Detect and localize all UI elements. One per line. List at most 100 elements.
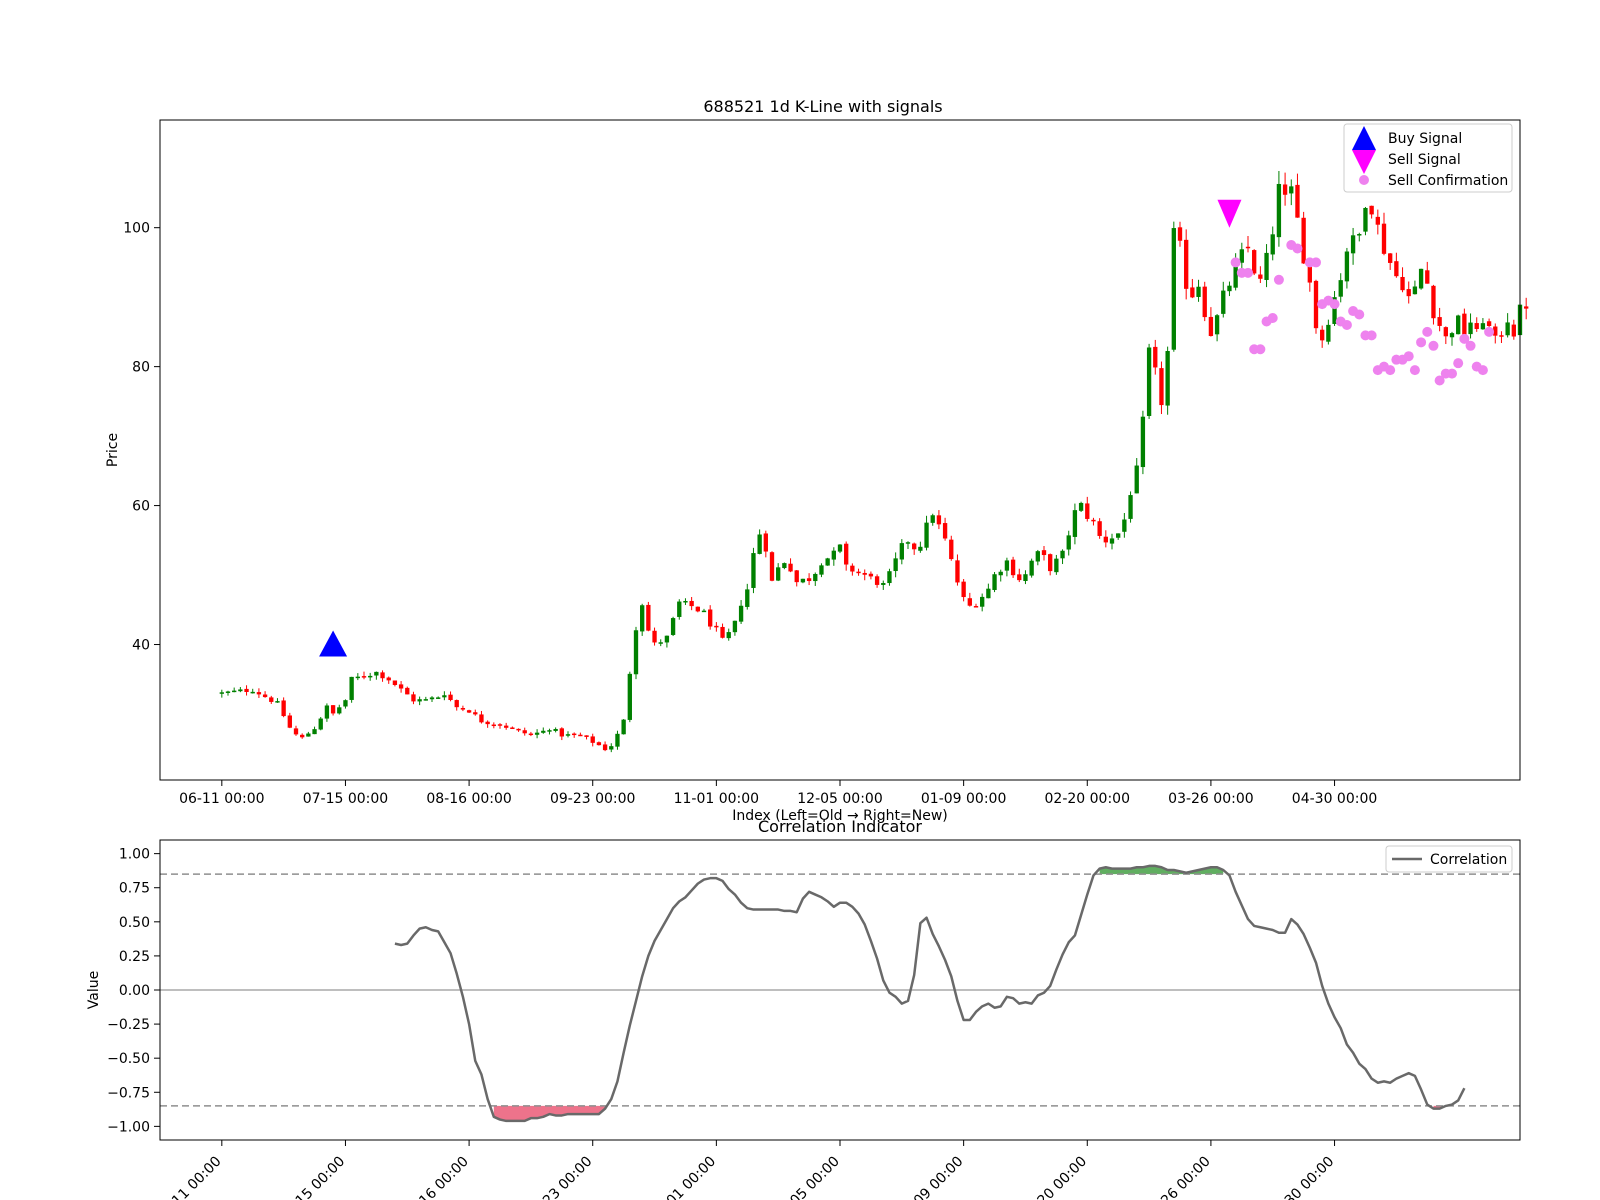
- candle-body: [1511, 324, 1516, 337]
- kline-y-tick-label: 60: [132, 499, 150, 515]
- candle-body: [769, 552, 775, 581]
- candle-body: [1486, 321, 1492, 326]
- candle-body: [392, 680, 398, 685]
- candle-body: [1425, 270, 1430, 284]
- candle: [1456, 314, 1461, 335]
- candle-body: [1097, 521, 1102, 536]
- candle-body: [1499, 335, 1504, 337]
- candle-body: [541, 730, 546, 733]
- candle-body: [1437, 317, 1442, 326]
- candle-body: [1295, 184, 1300, 218]
- candle-body: [312, 729, 317, 735]
- candle-body: [1400, 276, 1405, 291]
- candle-body: [912, 543, 917, 550]
- candle-body: [225, 691, 231, 693]
- candle: [1301, 211, 1306, 264]
- candle-body: [411, 694, 416, 702]
- candle-body: [479, 714, 484, 723]
- candle-body: [881, 583, 886, 585]
- sell-confirmation-marker: [1292, 243, 1303, 254]
- candle-body: [689, 600, 694, 607]
- candle-body: [596, 742, 602, 746]
- candle-body: [751, 553, 756, 588]
- candle-body: [942, 523, 948, 539]
- candle: [1010, 556, 1016, 578]
- candle: [1418, 268, 1424, 290]
- candle-body: [485, 721, 490, 725]
- candle-body: [1412, 286, 1418, 295]
- candle-body: [497, 724, 503, 726]
- candle-body: [1258, 274, 1263, 279]
- kline-x-tick-label: 11-01 00:00: [674, 791, 759, 807]
- candle-body: [732, 620, 738, 633]
- candle-body: [343, 700, 348, 707]
- candle: [633, 626, 639, 680]
- candle-body: [1276, 183, 1282, 238]
- correlation-y-tick-label: −0.25: [107, 1017, 150, 1033]
- candle-body: [1289, 186, 1294, 194]
- correlation-title: Correlation Indicator: [758, 817, 922, 836]
- candle-body: [621, 719, 626, 735]
- candle-body: [275, 701, 280, 703]
- candle-body: [361, 676, 367, 678]
- sell-confirmation-marker: [1243, 267, 1253, 278]
- kline-x-tick-label: 08-16 00:00: [426, 791, 511, 807]
- candle-body: [831, 550, 836, 560]
- candle-body: [423, 699, 428, 701]
- candle-body: [998, 571, 1003, 576]
- sell-confirmation-marker: [1230, 257, 1241, 268]
- candle-body: [1146, 347, 1152, 416]
- candle-body: [1301, 217, 1306, 264]
- candle-body: [1202, 286, 1207, 318]
- candle-body: [745, 589, 750, 607]
- sell-confirmation-marker: [1329, 299, 1340, 310]
- candle-body: [677, 601, 682, 617]
- candle: [1078, 501, 1084, 513]
- candle-body: [930, 515, 935, 523]
- candle-body: [256, 692, 262, 695]
- kline-x-tick-label: 09-23 00:00: [550, 791, 635, 807]
- candle-body: [238, 689, 243, 692]
- candle: [677, 599, 682, 620]
- correlation-y-tick-label: −1.00: [107, 1119, 150, 1135]
- candle-body: [701, 610, 707, 613]
- candle-body: [1103, 536, 1108, 543]
- candle-body: [1350, 235, 1356, 254]
- candle: [318, 716, 323, 731]
- candle-body: [491, 724, 496, 727]
- candle-body: [281, 700, 286, 717]
- candle-body: [782, 563, 787, 569]
- candle: [1128, 491, 1133, 523]
- candle-body: [1307, 264, 1312, 283]
- candle: [627, 671, 632, 723]
- candle-body: [788, 563, 793, 572]
- candle-body: [1326, 324, 1331, 342]
- candle: [1097, 518, 1102, 539]
- candle-body: [850, 565, 855, 572]
- candle-body: [806, 578, 812, 582]
- candle-body: [534, 732, 540, 735]
- candle-body: [553, 728, 558, 731]
- candle-body: [615, 733, 620, 747]
- candle-body: [936, 515, 942, 525]
- sell-confirmation-marker: [1447, 368, 1457, 379]
- candle-body: [825, 558, 830, 566]
- kline-y-tick-label: 80: [132, 360, 150, 376]
- candle-body: [405, 687, 410, 695]
- candle-body: [695, 606, 700, 612]
- candle-body: [633, 630, 639, 675]
- sell-confirmation-marker: [1477, 365, 1488, 376]
- sell-confirmation-marker: [1366, 330, 1377, 341]
- candle-body: [949, 539, 954, 560]
- candle-body: [1357, 234, 1362, 236]
- candle: [769, 551, 775, 582]
- candle-body: [578, 734, 583, 737]
- candle-body: [1153, 346, 1158, 368]
- candle: [646, 601, 651, 632]
- correlation-y-tick-label: 0.25: [119, 949, 150, 965]
- candle-body: [1054, 558, 1059, 573]
- candle-body: [800, 578, 806, 583]
- candle-body: [757, 534, 762, 554]
- sell-confirmation-marker: [1453, 358, 1464, 369]
- candle-body: [627, 673, 632, 720]
